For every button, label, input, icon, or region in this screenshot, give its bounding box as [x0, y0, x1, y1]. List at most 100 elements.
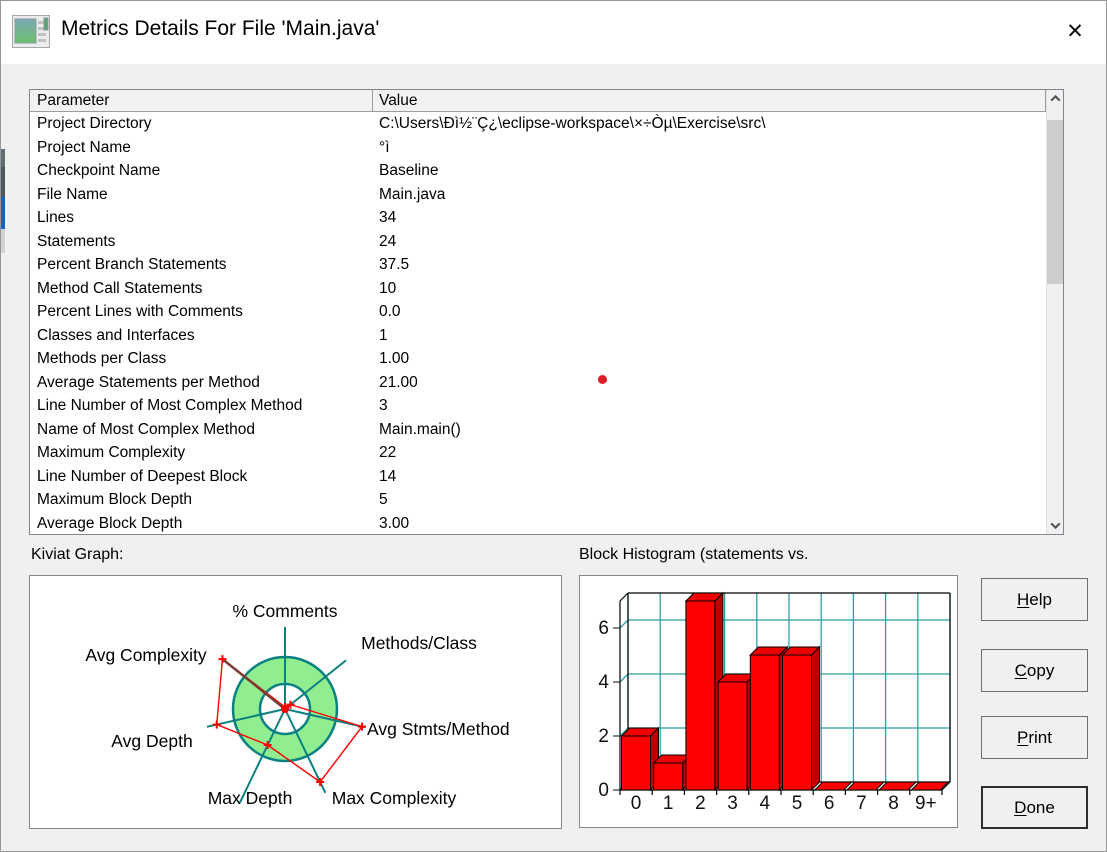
column-header-value[interactable]: Value: [373, 90, 1046, 111]
kiviat-graph-svg: % Comments Methods/Class Avg Stmts/Method M…: [85, 601, 510, 808]
svg-text:7: 7: [856, 793, 867, 814]
chevron-up-icon: [1050, 94, 1060, 105]
table-row[interactable]: Average Block Depth 3.00: [30, 512, 1046, 535]
svg-text:6: 6: [824, 793, 835, 814]
parameter-cell: Project Name: [37, 138, 131, 156]
svg-text:6: 6: [598, 618, 609, 639]
table-row[interactable]: Project Directory C:\Users\Ðì½¨Ç¿\eclipse…: [30, 112, 1046, 136]
chevron-down-icon: [1050, 519, 1060, 530]
value-cell: C:\Users\Ðì½¨Ç¿\eclipse-workspace\×÷Òµ\E…: [379, 115, 766, 132]
parameter-cell: Classes and Interfaces: [37, 326, 195, 344]
value-cell: Main.main(): [379, 420, 461, 438]
value-cell: 1: [379, 326, 388, 344]
table-row[interactable]: Maximum Complexity 22: [30, 441, 1046, 465]
table-row[interactable]: Line Number of Deepest Block 14: [30, 465, 1046, 489]
table-header[interactable]: Parameter Value: [30, 90, 1046, 112]
parameter-cell: File Name: [37, 185, 108, 203]
help-button[interactable]: Help: [981, 578, 1088, 621]
table-row[interactable]: Method Call Statements 10: [30, 277, 1046, 301]
done-button[interactable]: Done: [981, 786, 1088, 829]
table-row[interactable]: Checkpoint Name Baseline: [30, 159, 1046, 183]
kiviat-graph-label: Kiviat Graph:: [31, 546, 124, 563]
parameter-cell: Method Call Statements: [37, 279, 203, 297]
parameter-cell: Name of Most Complex Method: [37, 420, 255, 438]
column-header-parameter[interactable]: Parameter: [30, 90, 373, 111]
svg-text:% Comments: % Comments: [232, 601, 337, 621]
table-row[interactable]: Percent Branch Statements 37.5: [30, 253, 1046, 277]
svg-text:Avg Complexity: Avg Complexity: [85, 645, 207, 665]
table-row[interactable]: Classes and Interfaces 1: [30, 324, 1046, 348]
parameter-cell: Average Block Depth: [37, 514, 183, 532]
svg-text:Max Complexity: Max Complexity: [332, 788, 457, 808]
parameter-cell: Percent Lines with Comments: [37, 303, 243, 320]
value-cell: 34: [379, 209, 397, 226]
svg-text:5: 5: [792, 793, 803, 814]
block-histogram-svg: 0 1 2 3 4 5 6 7 8 9+0246: [598, 591, 951, 814]
background-window-edge: [1, 229, 5, 253]
metrics-table: Parameter Value Project Directory C:\User…: [29, 89, 1064, 535]
svg-text:Avg Depth: Avg Depth: [111, 731, 192, 751]
parameter-cell: Statements: [37, 232, 116, 250]
svg-text:Avg Stmts/Method: Avg Stmts/Method: [367, 719, 510, 739]
svg-text:0: 0: [631, 793, 642, 814]
parameter-cell: Line Number of Most Complex Method: [37, 397, 303, 414]
value-cell: 37.5: [379, 256, 410, 273]
svg-text:3: 3: [727, 793, 738, 814]
parameter-cell: Maximum Complexity: [37, 444, 186, 461]
kiviat-graph-panel: % Comments Methods/Class Avg Stmts/Method M…: [29, 575, 562, 829]
close-button[interactable]: ✕: [1044, 1, 1106, 63]
print-button[interactable]: Print: [981, 716, 1088, 759]
value-cell: 10: [379, 279, 397, 297]
value-cell: °ì: [379, 138, 390, 156]
table-row[interactable]: Statements 24: [30, 230, 1046, 254]
table-row[interactable]: Maximum Block Depth 5: [30, 488, 1046, 512]
scroll-down-button[interactable]: [1047, 517, 1063, 534]
value-cell: 3.00: [379, 514, 410, 532]
background-window-edge: [1, 167, 5, 197]
parameter-cell: Maximum Block Depth: [37, 491, 193, 508]
table-row[interactable]: Line Number of Most Complex Method 3: [30, 394, 1046, 418]
background-window-edge: [1, 149, 5, 167]
value-cell: 21.00: [379, 373, 418, 391]
svg-text:2: 2: [598, 726, 609, 747]
vertical-scrollbar[interactable]: [1046, 90, 1063, 534]
svg-text:Methods/Class: Methods/Class: [361, 633, 477, 653]
parameter-cell: Average Statements per Method: [37, 373, 260, 391]
table-row[interactable]: Percent Lines with Comments 0.0: [30, 300, 1046, 324]
value-cell: 14: [379, 467, 397, 485]
title-bar[interactable]: Metrics Details For File 'Main.java' ✕: [1, 1, 1106, 64]
parameter-cell: Checkpoint Name: [37, 162, 161, 179]
block-histogram-label: Block Histogram (statements vs.: [579, 546, 809, 563]
copy-button[interactable]: Copy: [981, 649, 1088, 692]
value-cell: 5: [379, 491, 388, 508]
svg-text:2: 2: [695, 793, 706, 814]
svg-text:8: 8: [888, 793, 899, 814]
parameter-cell: Methods per Class: [37, 350, 167, 367]
value-cell: Main.java: [379, 185, 446, 203]
table-row[interactable]: Name of Most Complex Method Main.main(): [30, 418, 1046, 442]
app-icon: [12, 15, 50, 48]
table-row[interactable]: File Name Main.java: [30, 183, 1046, 207]
svg-text:0: 0: [598, 780, 609, 801]
parameter-cell: Percent Branch Statements: [37, 256, 227, 273]
value-cell: 0.0: [379, 303, 401, 320]
table-row[interactable]: Average Statements per Method 21.00: [30, 371, 1046, 395]
svg-text:9+: 9+: [915, 793, 937, 814]
scroll-up-button[interactable]: [1047, 90, 1063, 107]
value-cell: 1.00: [379, 350, 410, 367]
metrics-table-body: Project Directory C:\Users\Ðì½¨Ç¿\eclipse…: [30, 112, 1046, 534]
value-cell: 24: [379, 232, 397, 250]
value-cell: 3: [379, 397, 388, 414]
value-cell: Baseline: [379, 162, 439, 179]
value-cell: 22: [379, 444, 397, 461]
scrollbar-thumb[interactable]: [1047, 120, 1063, 284]
table-row[interactable]: Methods per Class 1.00: [30, 347, 1046, 371]
svg-text:1: 1: [663, 793, 674, 814]
svg-text:4: 4: [598, 672, 609, 693]
block-histogram-panel: 0 1 2 3 4 5 6 7 8 9+ 0 2 4 6: [579, 575, 958, 828]
parameter-cell: Lines: [37, 209, 75, 226]
table-row[interactable]: Lines 34: [30, 206, 1046, 230]
table-row[interactable]: Project Name °ì: [30, 136, 1046, 160]
dialog-title: Metrics Details For File 'Main.java': [61, 17, 380, 40]
svg-text:Max Depth: Max Depth: [208, 788, 293, 808]
